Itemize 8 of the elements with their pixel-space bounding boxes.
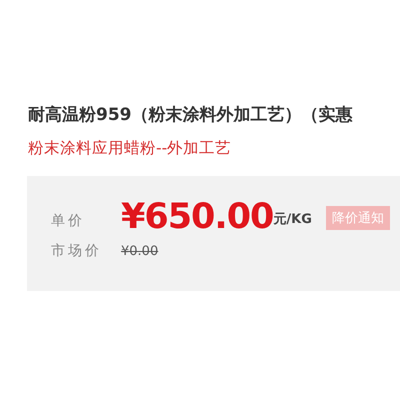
product-subtitle: 粉末涂料应用蜡粉--外加工艺 bbox=[28, 138, 232, 158]
price-label: 单价 bbox=[51, 212, 86, 231]
price-unit: 元/KG bbox=[273, 211, 312, 229]
market-price-label: 市场价 bbox=[51, 242, 103, 260]
product-title: 耐高温粉959（粉末涂料外加工艺）（实惠 bbox=[28, 104, 354, 127]
price: ¥650.00 bbox=[121, 198, 274, 236]
price-drop-notify-button[interactable]: 降价通知 bbox=[326, 206, 390, 230]
market-price: ¥0.00 bbox=[121, 244, 158, 258]
